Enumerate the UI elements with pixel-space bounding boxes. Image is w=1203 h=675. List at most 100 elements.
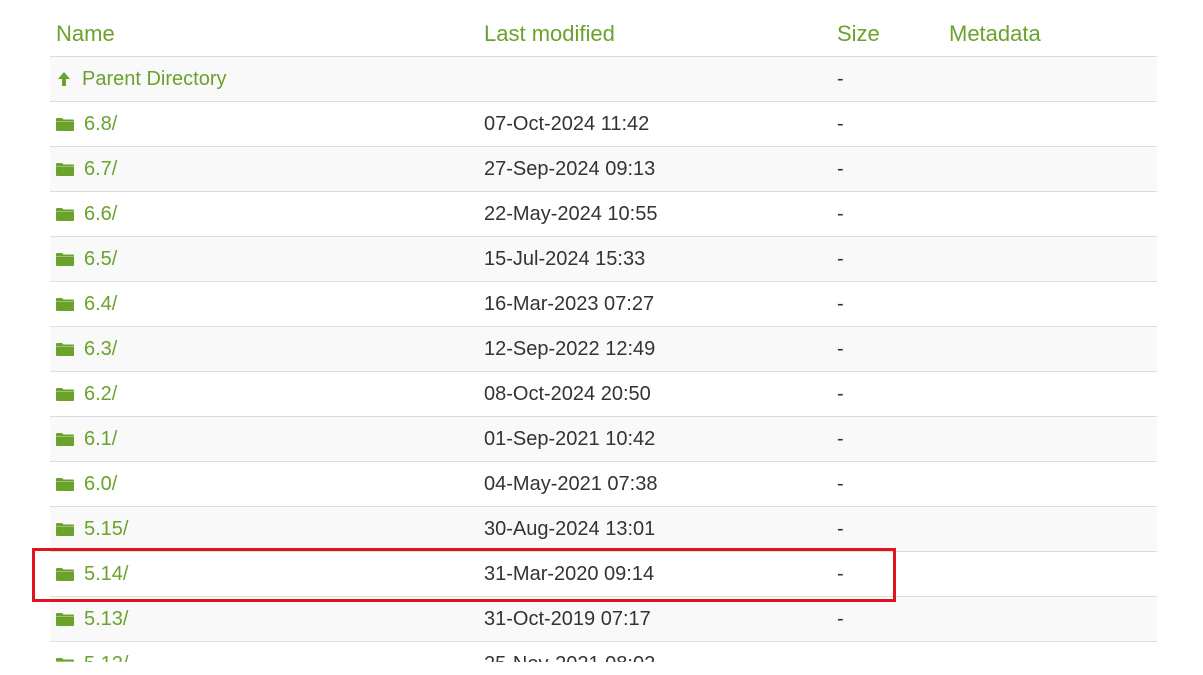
header-row: Name Last modified Size Metadata [50,11,1157,57]
folder-link[interactable]: 6.2/ [84,383,117,405]
directory-entry-row[interactable]: 6.6/22-May-2024 10:55- [50,191,1157,237]
column-header-name[interactable]: Name [50,11,478,57]
parent-directory-row[interactable]: Parent Directory - [50,56,1157,102]
parent-directory-link[interactable]: Parent Directory [82,68,227,90]
folder-icon [56,387,74,402]
directory-entry-row[interactable]: 5.14/31-Mar-2020 09:14- [50,551,1157,597]
folder-link[interactable]: 6.0/ [84,473,117,495]
folder-link[interactable]: 6.6/ [84,203,117,225]
arrow-up-icon [56,71,72,87]
metadata-cell [943,641,1157,662]
directory-entry-row[interactable]: 5.13/31-Oct-2019 07:17- [50,596,1157,642]
modified-cell: 31-Oct-2019 07:17 [478,596,831,642]
folder-link[interactable]: 5.12/ [84,653,128,663]
size-cell: - [831,146,943,192]
folder-link[interactable]: 6.8/ [84,113,117,135]
metadata-cell [943,56,1157,102]
folder-link[interactable]: 6.1/ [84,428,117,450]
column-header-size[interactable]: Size [831,11,943,57]
sort-by-last-modified-link[interactable]: Last modified [484,21,615,46]
folder-icon [56,342,74,357]
size-cell: - [831,506,943,552]
folder-icon [56,657,74,662]
name-cell: 6.4/ [50,281,478,327]
metadata-cell [943,416,1157,462]
name-cell: 6.8/ [50,101,478,147]
name-cell: 5.13/ [50,596,478,642]
metadata-cell [943,236,1157,282]
size-cell: - [831,236,943,282]
size-cell: - [831,191,943,237]
folder-icon [56,162,74,177]
name-cell: 6.6/ [50,191,478,237]
modified-cell: 16-Mar-2023 07:27 [478,281,831,327]
metadata-cell [943,596,1157,642]
modified-cell: 08-Oct-2024 20:50 [478,371,831,417]
directory-listing-viewport: Name Last modified Size Metadata Parent … [0,0,1203,662]
modified-cell: 30-Aug-2024 13:01 [478,506,831,552]
name-cell: 6.2/ [50,371,478,417]
directory-entry-row[interactable]: 6.5/15-Jul-2024 15:33- [50,236,1157,282]
metadata-cell [943,461,1157,507]
directory-entry-row[interactable]: 6.2/08-Oct-2024 20:50- [50,371,1157,417]
modified-cell: 31-Mar-2020 09:14 [478,551,831,597]
name-cell: 6.7/ [50,146,478,192]
metadata-cell [943,146,1157,192]
name-cell: 5.15/ [50,506,478,552]
directory-entry-row[interactable]: 6.3/12-Sep-2022 12:49- [50,326,1157,372]
modified-cell: 15-Jul-2024 15:33 [478,236,831,282]
sort-by-name-link[interactable]: Name [56,21,115,46]
name-cell: Parent Directory [50,56,478,102]
folder-icon [56,522,74,537]
folder-icon [56,117,74,132]
folder-link[interactable]: 5.15/ [84,518,128,540]
metadata-cell [943,191,1157,237]
name-cell: 5.12/ [50,641,478,663]
size-cell: - [831,461,943,507]
modified-cell: 12-Sep-2022 12:49 [478,326,831,372]
folder-link[interactable]: 6.4/ [84,293,117,315]
metadata-cell [943,371,1157,417]
directory-entry-row[interactable]: 6.4/16-Mar-2023 07:27- [50,281,1157,327]
size-cell: - [831,596,943,642]
folder-icon [56,207,74,222]
size-cell: - [831,101,943,147]
modified-cell: 22-May-2024 10:55 [478,191,831,237]
modified-cell: 25-Nov-2021 08:02 [478,641,831,662]
directory-entry-row[interactable]: 5.12/25-Nov-2021 08:02- [50,641,1157,663]
directory-listing-table: Name Last modified Size Metadata Parent … [50,11,1157,662]
size-cell: - [831,281,943,327]
metadata-cell [943,281,1157,327]
metadata-cell [943,506,1157,552]
modified-cell [478,56,831,102]
folder-link[interactable]: 6.7/ [84,158,117,180]
modified-cell: 07-Oct-2024 11:42 [478,101,831,147]
name-cell: 6.1/ [50,416,478,462]
directory-entry-row[interactable]: 6.0/04-May-2021 07:38- [50,461,1157,507]
name-cell: 6.0/ [50,461,478,507]
size-cell: - [831,56,943,102]
modified-cell: 27-Sep-2024 09:13 [478,146,831,192]
column-header-metadata[interactable]: Metadata [943,11,1157,57]
folder-link[interactable]: 5.14/ [84,563,128,585]
folder-link[interactable]: 6.3/ [84,338,117,360]
folder-icon [56,297,74,312]
directory-entry-row[interactable]: 5.15/30-Aug-2024 13:01- [50,506,1157,552]
folder-icon [56,477,74,492]
size-cell: - [831,641,943,662]
column-header-last-modified[interactable]: Last modified [478,11,831,57]
directory-entry-row[interactable]: 6.1/01-Sep-2021 10:42- [50,416,1157,462]
name-cell: 5.14/ [50,551,478,597]
folder-link[interactable]: 5.13/ [84,608,128,630]
folder-icon [56,252,74,267]
sort-by-metadata-link[interactable]: Metadata [949,21,1041,46]
metadata-cell [943,326,1157,372]
metadata-cell [943,551,1157,597]
directory-entry-row[interactable]: 6.8/07-Oct-2024 11:42- [50,101,1157,147]
directory-entry-row[interactable]: 6.7/27-Sep-2024 09:13- [50,146,1157,192]
folder-link[interactable]: 6.5/ [84,248,117,270]
size-cell: - [831,551,943,597]
sort-by-size-link[interactable]: Size [837,21,880,46]
folder-icon [56,432,74,447]
size-cell: - [831,416,943,462]
